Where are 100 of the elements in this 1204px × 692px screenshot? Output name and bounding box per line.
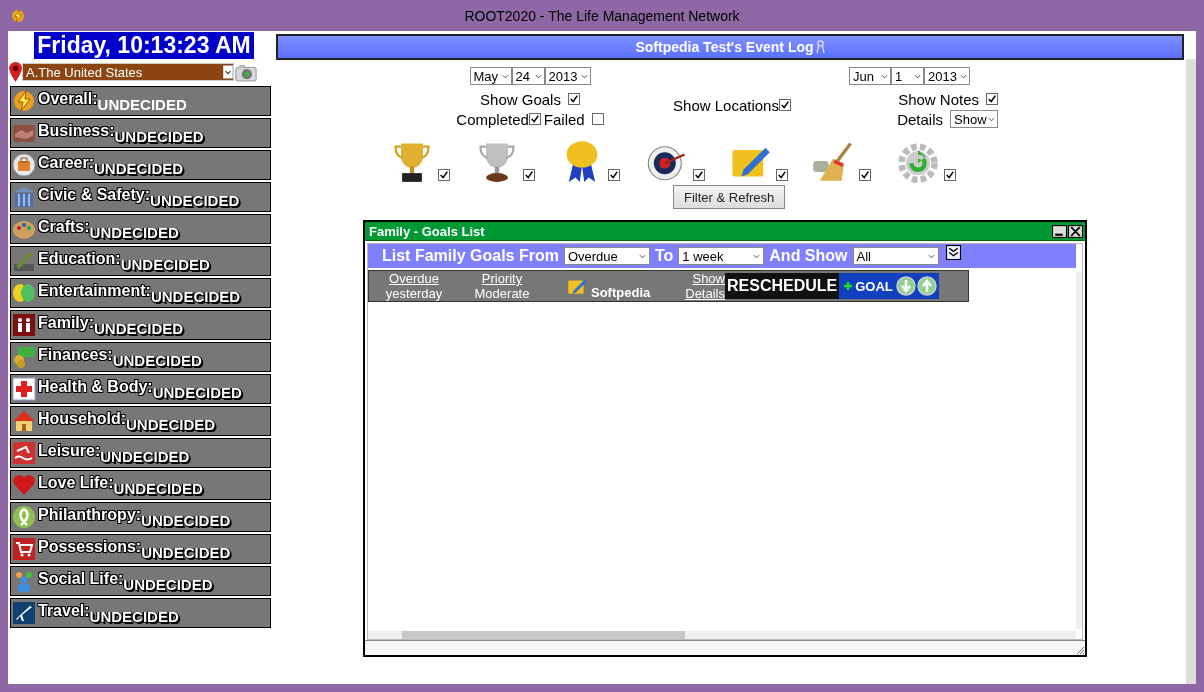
category-row[interactable]: Business:UNDECIDED <box>10 118 271 148</box>
close-icon[interactable] <box>1068 224 1083 238</box>
category-status: UNDECIDED <box>100 448 190 465</box>
category-name: Possessions: <box>38 538 142 556</box>
checkbox-label: Completed <box>456 110 529 128</box>
checkbox-label: Failed <box>543 110 585 128</box>
checkbox[interactable] <box>986 93 998 105</box>
checkbox[interactable] <box>528 113 541 125</box>
scrollbar[interactable] <box>1186 59 1196 684</box>
year-select[interactable]: 2013 <box>924 67 970 85</box>
checkbox[interactable] <box>523 169 535 181</box>
category-status: UNDECIDED <box>112 352 202 369</box>
checkbox[interactable] <box>944 169 956 181</box>
category-row[interactable]: Leisure:UNDECIDED <box>10 438 271 468</box>
category-status: UNDECIDED <box>89 224 179 241</box>
checkbox[interactable] <box>438 169 450 181</box>
category-row[interactable]: Civic & Safety:UNDECIDED <box>10 182 271 212</box>
window-title: ROOT2020 - The Life Management Network <box>464 7 740 24</box>
due-link[interactable]: Overdue <box>389 271 439 286</box>
to-select[interactable]: 1 week <box>678 247 765 265</box>
caret-icon <box>638 253 646 259</box>
show-details-link[interactable]: Show Details <box>683 271 725 301</box>
caret-icon <box>753 253 761 259</box>
category-name: Overall: <box>38 90 98 107</box>
category-name: Finances: <box>38 346 113 363</box>
category-status: UNDECIDED <box>126 416 216 433</box>
category-status: UNDECIDED <box>120 256 210 273</box>
category-status: UNDECIDED <box>113 480 203 497</box>
filter-label: List Family Goals From <box>382 247 559 265</box>
category-name: Household: <box>38 410 126 428</box>
category-row[interactable]: Finances:UNDECIDED <box>10 342 271 372</box>
reschedule-button[interactable]: RESCHEDULE <box>725 273 840 299</box>
lightning-icon <box>10 7 26 24</box>
category-status: UNDECIDED <box>89 608 179 625</box>
scrollbar[interactable] <box>368 631 1076 639</box>
category-status: UNDECIDED <box>94 160 184 177</box>
checkbox[interactable] <box>776 169 788 181</box>
month-select[interactable]: May <box>469 67 512 85</box>
filter-refresh-button[interactable]: Filter & Refresh <box>673 185 786 209</box>
checkbox-label: Show Locations <box>673 96 779 114</box>
category-row[interactable]: Travel:UNDECIDED <box>10 598 271 628</box>
category-row[interactable]: Crafts:UNDECIDED <box>10 214 271 244</box>
cart-icon <box>12 537 36 561</box>
category-name: Civic & Safety: <box>38 186 151 204</box>
minimize-icon[interactable] <box>1052 224 1067 238</box>
category-row[interactable]: Health & Body:UNDECIDED <box>10 374 271 404</box>
category-status: UNDECIDED <box>114 128 204 145</box>
category-row[interactable]: Education:UNDECIDED <box>10 246 271 276</box>
caret-icon <box>914 73 921 79</box>
category-row[interactable]: Philanthropy:UNDECIDED <box>10 502 271 532</box>
expand-icon[interactable] <box>945 245 961 260</box>
pen-icon <box>12 249 36 273</box>
location-select[interactable]: A.The United States <box>22 63 234 81</box>
checkbox[interactable] <box>591 113 604 125</box>
house-icon <box>12 409 36 433</box>
checkbox[interactable] <box>608 169 620 181</box>
category-status: UNDECIDED <box>123 576 213 593</box>
caret-icon <box>534 73 542 79</box>
checkbox[interactable] <box>778 99 791 111</box>
category-row[interactable]: Social Life:UNDECIDED <box>10 566 271 596</box>
category-row[interactable]: Household:UNDECIDED <box>10 406 271 436</box>
category-name: Philanthropy: <box>38 506 142 524</box>
from-select[interactable]: Overdue <box>563 247 650 265</box>
category-status: UNDECIDED <box>150 192 240 209</box>
day-select[interactable]: 24 <box>511 67 545 85</box>
category-status: UNDECIDED <box>94 320 184 337</box>
category-name: Business: <box>38 122 115 140</box>
category-row[interactable]: Love Life:UNDECIDED <box>10 470 271 500</box>
scrollbar-thumb[interactable] <box>402 631 685 639</box>
checkbox[interactable] <box>693 169 705 181</box>
money-icon <box>12 345 36 369</box>
category-name: Love Life: <box>38 474 114 491</box>
category-name: Education: <box>38 250 121 267</box>
category-row[interactable]: Possessions:UNDECIDED <box>10 534 271 564</box>
checkbox-label: Show Goals <box>480 90 561 108</box>
caret-icon <box>580 73 588 79</box>
checkbox[interactable] <box>859 169 871 181</box>
camera-icon[interactable] <box>235 62 257 82</box>
due-date: yesterday <box>385 286 443 301</box>
clock: Friday, 10:13:23 AM <box>34 32 254 59</box>
caret-icon <box>501 73 509 79</box>
category-row[interactable]: Entertainment:UNDECIDED <box>10 278 271 308</box>
year-select[interactable]: 2013 <box>544 67 591 85</box>
category-name: Career: <box>38 154 95 172</box>
category-row[interactable]: Overall:UNDECIDED <box>10 86 271 116</box>
plus-icon <box>843 281 854 291</box>
building-icon <box>12 185 36 209</box>
details-select[interactable]: Show <box>950 110 998 128</box>
scrollbar[interactable] <box>1076 272 1082 629</box>
map-pin-icon <box>9 62 22 82</box>
day-select[interactable]: 1 <box>891 67 924 85</box>
month-select[interactable]: Jun <box>849 67 891 85</box>
status-select[interactable]: All <box>852 247 939 265</box>
category-status: UNDECIDED <box>141 512 231 529</box>
checkbox-label: Show Notes <box>898 90 979 108</box>
category-row[interactable]: Career:UNDECIDED <box>10 150 271 180</box>
priority-link[interactable]: Priority <box>481 271 523 286</box>
category-row[interactable]: Family:UNDECIDED <box>10 310 271 340</box>
resize-grip-icon[interactable] <box>1075 645 1085 655</box>
checkbox[interactable] <box>567 93 580 105</box>
